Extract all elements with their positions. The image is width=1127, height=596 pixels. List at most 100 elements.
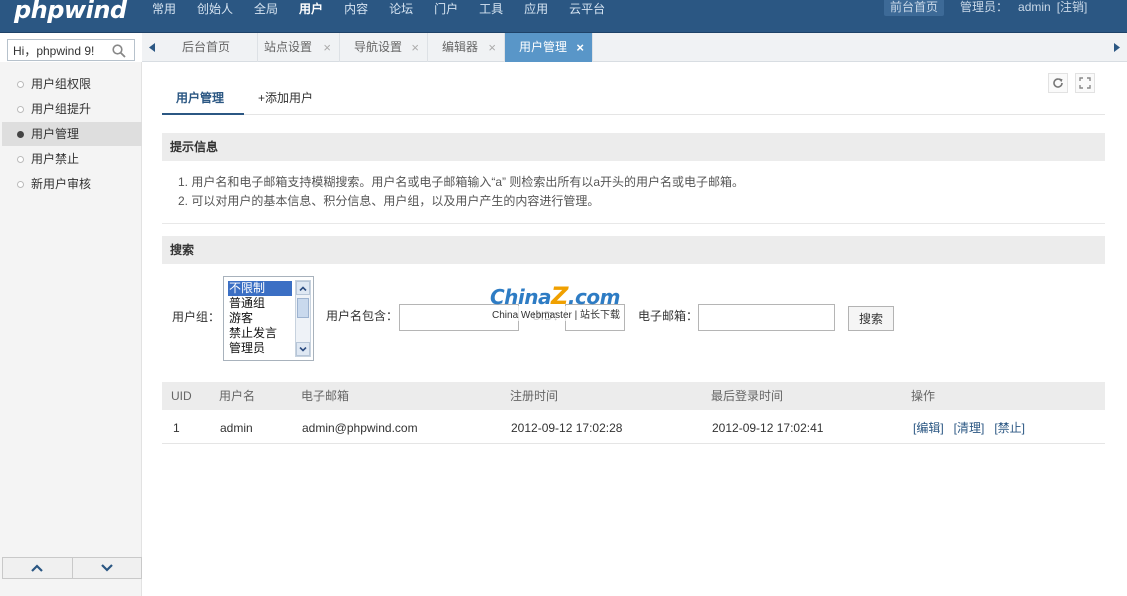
tab-editor[interactable]: 编辑器 × — [428, 33, 505, 62]
bullet-icon — [17, 181, 24, 188]
table-header: UID 用户名 电子邮箱 注册时间 最后登录时间 操作 — [162, 382, 1105, 410]
user-group-option[interactable]: 游客 — [228, 311, 292, 326]
column-header-email: 电子邮箱 — [301, 389, 350, 403]
sidebar-item-new-user-review[interactable]: 新用户审核 — [2, 172, 142, 196]
admin-name: admin — [1018, 0, 1051, 14]
column-header-registered: 注册时间 — [510, 389, 559, 403]
listbox-scrollbar[interactable] — [295, 280, 311, 357]
sidebar-item-group-promotion[interactable]: 用户组提升 — [2, 97, 142, 121]
column-header-username: 用户名 — [219, 389, 256, 403]
search-icon[interactable] — [112, 44, 126, 58]
logout-link[interactable]: [注销] — [1057, 0, 1088, 14]
top-nav: 常用 创始人 全局 用户 内容 论坛 门户 工具 应用 云平台 — [152, 0, 626, 20]
topnav-item-global[interactable]: 全局 — [254, 0, 278, 20]
topnav-item-content[interactable]: 内容 — [344, 0, 368, 20]
subtabs: 用户管理 +添加用户 — [162, 84, 1105, 115]
subtab-user-management[interactable]: 用户管理 — [162, 84, 244, 115]
close-icon[interactable]: × — [576, 33, 584, 62]
search-header: 搜索 — [162, 236, 1105, 264]
bullet-icon — [17, 156, 24, 163]
tab-label: 后台首页 — [182, 40, 231, 54]
user-group-option[interactable]: 管理员 — [228, 341, 292, 356]
user-group-label: 用户组： — [172, 310, 221, 324]
tab-user-management[interactable]: 用户管理 × — [505, 33, 593, 62]
topnav-item-apps[interactable]: 应用 — [524, 0, 548, 20]
ban-link[interactable]: [禁止] — [994, 421, 1025, 435]
cell-email: admin@phpwind.com — [302, 421, 418, 435]
username-label: 用户名包含： — [326, 309, 399, 323]
phpwind-logo[interactable]: phpwind — [14, 0, 127, 24]
column-header-uid: UID — [171, 389, 192, 403]
sidebar-scroll-controls — [2, 557, 142, 579]
user-group-option[interactable]: 不限制 — [227, 280, 293, 297]
edit-link[interactable]: [编辑] — [913, 421, 944, 435]
chevron-down-icon[interactable] — [73, 558, 142, 578]
user-group-option[interactable]: 普通组 — [228, 296, 292, 311]
chevron-up-icon[interactable] — [3, 558, 73, 578]
close-icon[interactable]: × — [488, 33, 496, 62]
scroll-thumb[interactable] — [297, 298, 309, 318]
user-group-option[interactable]: 禁止发言 — [228, 326, 292, 341]
main-content: 用户管理 +添加用户 提示信息 1. 用户名和电子邮箱支持模糊搜索。用户名或电子… — [142, 62, 1127, 596]
admin-label: 管理员： — [960, 0, 1009, 14]
column-header-last-login: 最后登录时间 — [711, 389, 784, 403]
sidebar-item-group-permissions[interactable]: 用户组权限 — [2, 72, 142, 96]
search-button[interactable]: 搜索 — [848, 306, 894, 331]
tab-site-settings[interactable]: 站点设置 × — [250, 33, 340, 62]
search-input[interactable] — [8, 40, 104, 60]
cell-uid: 1 — [173, 421, 180, 435]
scroll-down-icon[interactable] — [296, 342, 310, 356]
tips-header: 提示信息 — [162, 133, 1105, 161]
cell-username: admin — [220, 421, 253, 435]
user-group-select[interactable]: 不限制 普通组 游客 禁止发言 管理员 — [223, 276, 314, 361]
sidebar-item-label: 用户组权限 — [31, 77, 92, 91]
clean-link[interactable]: [清理] — [954, 421, 985, 435]
close-icon[interactable]: × — [411, 33, 419, 62]
cell-registered: 2012-09-12 17:02:28 — [511, 421, 623, 435]
tips-list: 1. 用户名和电子邮箱支持模糊搜索。用户名或电子邮箱输入“a” 则检索出所有以a… — [178, 173, 1078, 211]
tip-item: 1. 用户名和电子邮箱支持模糊搜索。用户名或电子邮箱输入“a” 则检索出所有以a… — [178, 175, 745, 189]
top-bar: phpwind 常用 创始人 全局 用户 内容 论坛 门户 工具 应用 云平台 … — [0, 0, 1127, 33]
sidebar-item-label: 用户管理 — [31, 127, 80, 141]
column-header-actions: 操作 — [911, 389, 936, 403]
tab-label: 站点设置 — [264, 40, 313, 54]
cell-last-login: 2012-09-12 17:02:41 — [712, 421, 824, 435]
topnav-item-cloud[interactable]: 云平台 — [569, 0, 605, 20]
tab-nav-settings[interactable]: 导航设置 × — [340, 33, 428, 62]
tab-label: 编辑器 — [442, 40, 479, 54]
divider — [162, 223, 1105, 224]
topnav-item-common[interactable]: 常用 — [152, 0, 176, 20]
sidebar: 用户组权限 用户组提升 用户管理 用户禁止 新用户审核 — [0, 62, 142, 596]
topnav-item-founder[interactable]: 创始人 — [197, 0, 233, 20]
topnav-item-forum[interactable]: 论坛 — [389, 0, 413, 20]
tabs-scroll-right-icon[interactable] — [1107, 33, 1127, 62]
tab-label: 导航设置 — [354, 40, 403, 54]
sidebar-item-label: 用户禁止 — [31, 152, 80, 166]
bullet-icon — [17, 81, 24, 88]
sidebar-item-user-management[interactable]: 用户管理 — [2, 122, 142, 146]
sidebar-item-label: 用户组提升 — [31, 102, 92, 116]
admin-info: 管理员： admin [注销] — [960, 0, 1087, 14]
watermark-slogan: China Webmaster | 站长下载 — [492, 306, 621, 321]
close-icon[interactable]: × — [323, 33, 331, 62]
email-input[interactable] — [698, 304, 835, 331]
cell-actions: [编辑] [清理] [禁止] — [913, 412, 1035, 444]
front-page-button[interactable]: 前台首页 — [884, 0, 944, 16]
topnav-item-portal[interactable]: 门户 — [434, 0, 458, 20]
topnav-item-tools[interactable]: 工具 — [479, 0, 503, 20]
tab-label: 用户管理 — [519, 40, 568, 54]
sidebar-search — [7, 39, 135, 61]
tabs-scroll-left-icon[interactable] — [142, 33, 162, 62]
tab-admin-home[interactable]: 后台首页 — [168, 33, 258, 62]
sidebar-item-user-ban[interactable]: 用户禁止 — [2, 147, 142, 171]
bullet-icon — [17, 131, 24, 138]
bullet-icon — [17, 106, 24, 113]
sidebar-item-label: 新用户审核 — [31, 177, 92, 191]
subtab-add-user[interactable]: +添加用户 — [258, 84, 313, 115]
tab-strip: 后台首页 站点设置 × 导航设置 × 编辑器 × 用户管理 × — [142, 33, 1127, 62]
chinaz-watermark: ChinaZ.com China Webmaster | 站长下载 — [490, 282, 640, 322]
table-row: 1 admin admin@phpwind.com 2012-09-12 17:… — [162, 412, 1105, 444]
scroll-up-icon[interactable] — [296, 281, 310, 295]
topnav-item-user[interactable]: 用户 — [299, 0, 323, 20]
tip-item: 2. 可以对用户的基本信息、积分信息、用户组，以及用户产生的内容进行管理。 — [178, 194, 600, 208]
